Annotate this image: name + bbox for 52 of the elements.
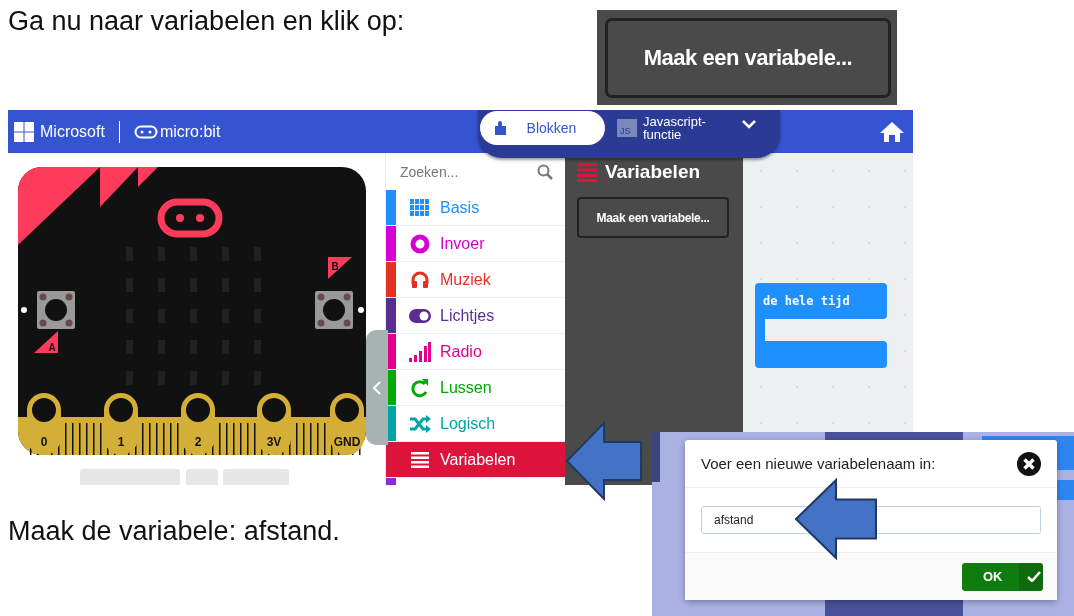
category-color-bar (386, 478, 396, 485)
dialog-title: Voer een nieuwe variabelenaam in: (701, 455, 936, 472)
button-label: B (331, 261, 339, 272)
brand-name: Microsoft (40, 122, 105, 141)
category-item[interactable]: Logisch (386, 406, 565, 442)
js-badge-text: JS (620, 126, 631, 136)
instruction-text: Maak de variabele: afstand. (8, 516, 340, 546)
collapse-handle[interactable] (366, 330, 388, 445)
category-item[interactable]: Muziek (386, 262, 565, 298)
puzzle-piece-icon (494, 121, 507, 135)
category-icon (409, 308, 431, 323)
home-icon[interactable] (879, 120, 905, 143)
category-item[interactable]: Radio (386, 334, 565, 370)
category-icon (409, 414, 431, 433)
search-icon[interactable] (537, 163, 553, 180)
pin-label: 3V (266, 435, 282, 449)
button-label: A (48, 342, 56, 353)
product-name: micro:bit (159, 122, 221, 141)
close-icon[interactable] (1017, 451, 1041, 476)
category-item[interactable]: Variabelen (386, 442, 565, 478)
category-icon (411, 450, 429, 469)
chevron-down-icon[interactable] (741, 119, 757, 129)
category-icon (410, 377, 430, 398)
make-variable-button[interactable]: Maak een variabele... (577, 197, 729, 238)
search-field[interactable]: Zoeken... (400, 163, 520, 180)
ok-button[interactable]: OK (962, 562, 1043, 591)
category-item[interactable]: Lichtjes (386, 298, 565, 334)
code-block[interactable]: de hele tijd (755, 283, 887, 368)
flyout-title: Variabelen (605, 161, 701, 183)
pin-label: GND (333, 435, 361, 449)
category-item[interactable]: Basis (386, 190, 565, 226)
checkmark-icon (1026, 571, 1041, 582)
instruction-text: Ga nu naar variabelen en klik op: (8, 6, 405, 36)
pin-label: 0 (40, 435, 48, 449)
make-variable-button[interactable]: Maak een variabele... (605, 18, 891, 98)
lines-icon (577, 162, 597, 182)
category-item[interactable]: Lussen (386, 370, 565, 406)
category-item[interactable]: Invoer (386, 226, 565, 262)
editor-tab[interactable]: JS Javascript-functie (605, 111, 735, 145)
editor-tab[interactable]: Blokken (480, 111, 605, 145)
background-panel (652, 432, 660, 482)
simulator-toolbar (223, 469, 289, 485)
category-icon (410, 233, 430, 254)
category-icon (410, 198, 430, 217)
microbit-logo-icon (133, 124, 158, 139)
category-icon (410, 269, 430, 290)
chevron-left-icon (373, 380, 381, 395)
category-icon (409, 341, 431, 362)
pin-label: 2 (194, 435, 202, 449)
simulator-toolbar (186, 469, 218, 485)
pin-label: 1 (117, 435, 125, 449)
windows-logo-icon (14, 121, 34, 142)
